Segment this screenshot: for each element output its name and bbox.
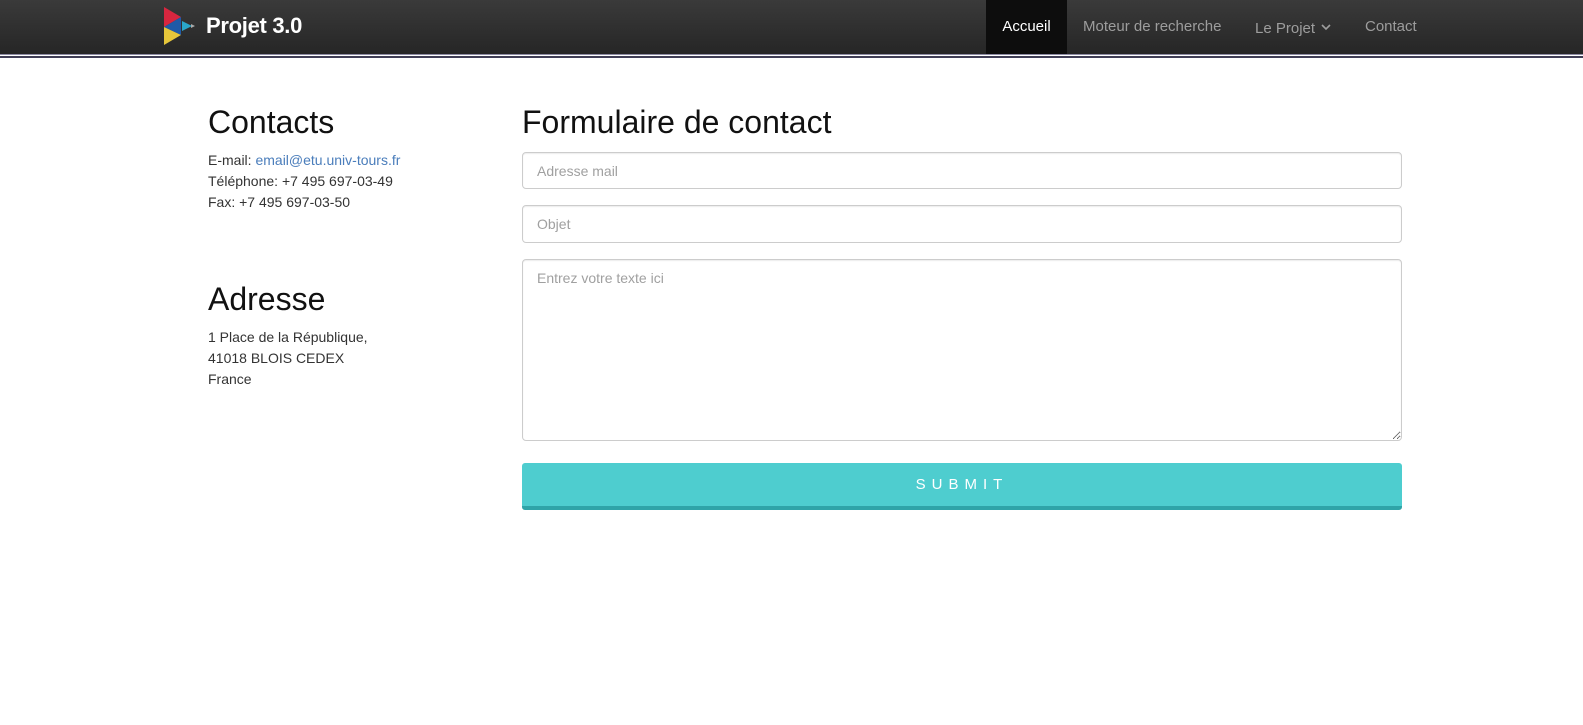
message-textarea[interactable] <box>522 259 1402 441</box>
top-navbar: Projet 3.0 Accueil Moteur de recherche L… <box>0 0 1583 54</box>
nav-project-label: Le Projet <box>1255 20 1316 37</box>
brand[interactable]: Projet 3.0 <box>164 7 302 47</box>
address-heading: Adresse <box>208 281 326 317</box>
email-field[interactable] <box>522 152 1402 189</box>
address-line-2: 41018 BLOIS CEDEX <box>208 350 345 366</box>
email-label: E-mail: <box>208 152 256 168</box>
nav-home[interactable]: Accueil <box>986 0 1067 54</box>
address-line-1: 1 Place de la République, <box>208 329 368 345</box>
navbar-divider <box>0 54 1583 58</box>
brand-title[interactable]: Projet 3.0 <box>206 13 302 39</box>
contacts-heading: Contacts <box>208 104 335 140</box>
subject-field[interactable] <box>522 205 1402 243</box>
email-line: E-mail: email@etu.univ-tours.fr <box>208 152 400 168</box>
contact-form-heading: Formulaire de contact <box>522 104 832 140</box>
nav-project-dropdown[interactable]: Le Projet <box>1255 0 1331 54</box>
nav-search-engine[interactable]: Moteur de recherche <box>1083 0 1221 54</box>
submit-button[interactable]: SUBMIT <box>522 463 1402 510</box>
chevron-down-icon <box>1321 0 1331 54</box>
address-line-3: France <box>208 371 252 387</box>
brand-logo-icon <box>164 7 195 45</box>
nav-contact[interactable]: Contact <box>1365 0 1417 54</box>
phone-line: Téléphone: +7 495 697-03-49 <box>208 173 393 189</box>
email-link[interactable]: email@etu.univ-tours.fr <box>255 152 400 168</box>
fax-line: Fax: +7 495 697-03-50 <box>208 194 351 210</box>
